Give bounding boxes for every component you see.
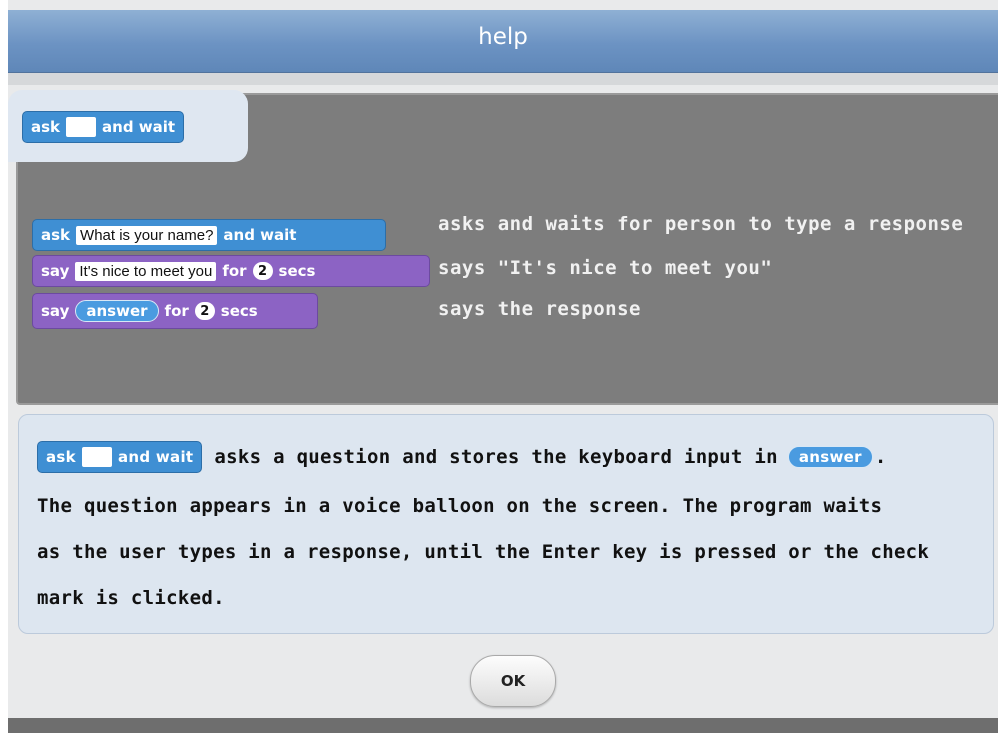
block-keyword: secs <box>278 262 316 280</box>
ok-button[interactable]: OK <box>470 655 556 707</box>
say-answer-description: says the response <box>438 298 641 320</box>
block-keyword: and wait <box>117 448 194 466</box>
help-line-2: The question appears in a voice balloon … <box>37 495 883 517</box>
help-line-3: as the user types in a response, until t… <box>37 541 930 563</box>
dialog-bottom-edge <box>8 718 998 733</box>
block-input-slot[interactable] <box>66 117 97 137</box>
answer-reporter[interactable]: answer <box>75 300 159 322</box>
say-answer-block[interactable]: say answer for 2 secs <box>32 293 318 329</box>
help-line-1: ask and wait asks a question and stores … <box>37 441 887 473</box>
block-keyword: ask <box>46 448 76 466</box>
palette-ask-block[interactable]: ask and wait <box>22 111 185 143</box>
dialog-title: help <box>478 24 528 50</box>
block-keyword: say <box>41 262 70 280</box>
say-for-secs-block[interactable]: say It's nice to meet you for 2 secs <box>32 255 430 287</box>
title-divider <box>8 73 998 85</box>
secs-input[interactable]: 2 <box>252 262 273 280</box>
help-text: asks a question and stores the keyboard … <box>214 446 778 468</box>
block-keyword: say <box>41 302 70 320</box>
say-message-input[interactable]: It's nice to meet you <box>75 261 217 281</box>
help-dialog: help ask and wait ask What is your name?… <box>8 0 998 733</box>
ask-block[interactable]: ask What is your name? and wait <box>32 219 386 251</box>
block-keyword: for <box>164 302 189 320</box>
ask-description: asks and waits for person to type a resp… <box>438 213 964 235</box>
inline-answer-reporter: answer <box>787 446 873 468</box>
inline-ask-block: ask and wait <box>37 441 203 473</box>
block-keyword: secs <box>220 302 258 320</box>
block-keyword: and wait <box>102 118 176 136</box>
say-description: says "It's nice to meet you" <box>438 257 773 279</box>
help-line-4: mark is clicked. <box>37 587 225 609</box>
block-keyword: and wait <box>223 226 297 244</box>
block-keyword: for <box>222 262 247 280</box>
help-text-panel: ask and wait asks a question and stores … <box>18 414 994 634</box>
secs-input[interactable]: 2 <box>194 302 215 320</box>
block-keyword: ask <box>31 118 61 136</box>
block-keyword: ask <box>41 226 71 244</box>
block-input-slot <box>81 447 112 467</box>
script-area: ask and wait ask What is your name? and … <box>8 90 998 405</box>
help-text-period: . <box>874 446 887 468</box>
ask-question-input[interactable]: What is your name? <box>76 225 218 245</box>
title-bar[interactable]: help <box>8 10 998 73</box>
